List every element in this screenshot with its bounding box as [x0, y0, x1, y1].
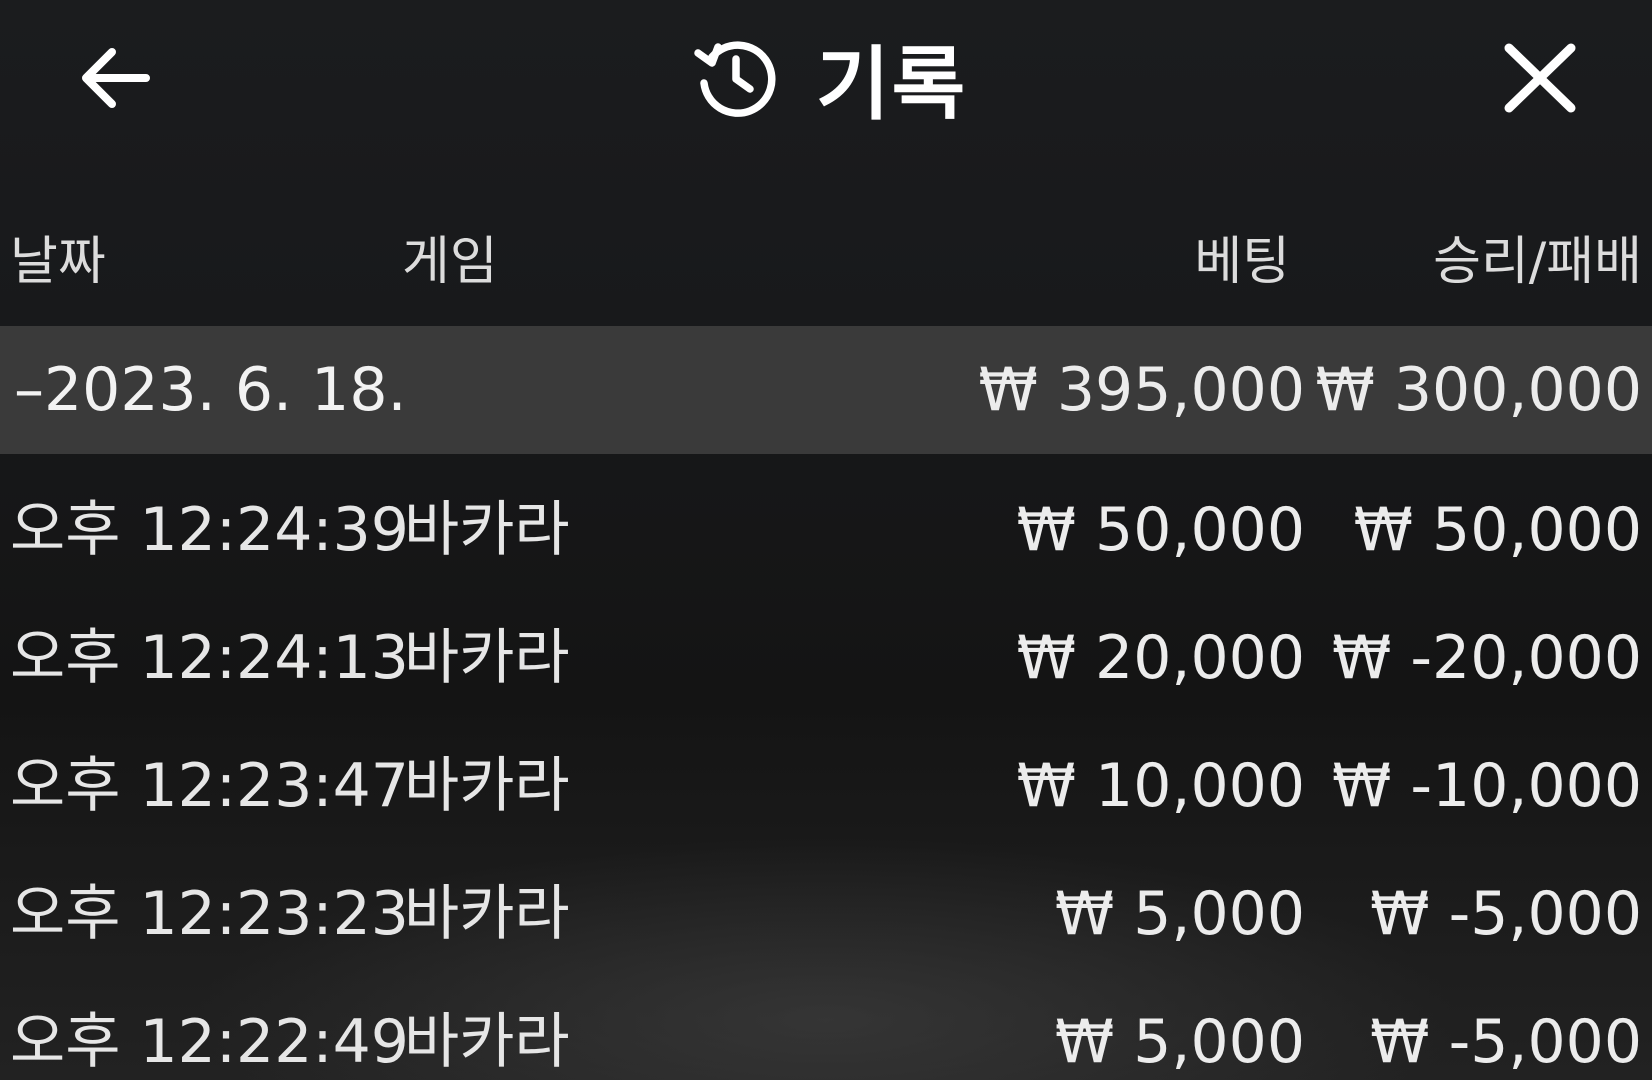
row-bet: ₩ 5,000	[1054, 879, 1305, 949]
arrow-left-icon	[82, 48, 150, 108]
header-title-group: 기록	[690, 28, 967, 131]
row-time: 오후 12:22:49	[10, 1007, 409, 1077]
history-row[interactable]: 오후 12:24:13 바카라 ₩ 20,000 ₩ -20,000	[0, 594, 1652, 722]
row-bet: ₩ 10,000	[1016, 751, 1305, 821]
close-icon	[1504, 43, 1576, 113]
row-bet: ₩ 20,000	[1016, 623, 1305, 693]
back-button[interactable]	[70, 38, 160, 118]
column-header-bet: 베팅	[1194, 232, 1290, 292]
history-row[interactable]: 오후 12:22:49 바카라 ₩ 5,000 ₩ -5,000	[0, 978, 1652, 1080]
column-header-date: 날짜	[10, 232, 106, 292]
total-bet-amount: ₩ 395,000	[978, 355, 1305, 425]
row-time: 오후 12:24:13	[10, 623, 409, 693]
row-game: 바카라	[404, 495, 570, 565]
row-game: 바카라	[404, 623, 570, 693]
row-bet: ₩ 50,000	[1016, 495, 1305, 565]
row-result: ₩ 50,000	[1353, 495, 1642, 565]
column-header-game: 게임	[402, 232, 498, 292]
history-list: 오후 12:24:39 바카라 ₩ 50,000 ₩ 50,000 오후 12:…	[0, 466, 1652, 1080]
history-row[interactable]: 오후 12:23:47 바카라 ₩ 10,000 ₩ -10,000	[0, 722, 1652, 850]
date-group-label: –2023. 6. 18.	[14, 355, 407, 425]
page-title: 기록	[816, 38, 968, 131]
row-bet: ₩ 5,000	[1054, 1007, 1305, 1077]
row-time: 오후 12:24:39	[10, 495, 409, 565]
row-game: 바카라	[404, 1007, 570, 1077]
history-row[interactable]: 오후 12:23:23 바카라 ₩ 5,000 ₩ -5,000	[0, 850, 1652, 978]
date-group-row[interactable]: –2023. 6. 18. ₩ 395,000 ₩ 300,000	[0, 326, 1652, 454]
row-result: ₩ -5,000	[1370, 1007, 1642, 1077]
row-result: ₩ -20,000	[1332, 623, 1642, 693]
history-screen: 기록 날짜 게임 베팅 승리/패배 –2023. 6. 18. ₩ 395,00…	[0, 0, 1652, 1080]
row-result: ₩ -10,000	[1332, 751, 1642, 821]
row-time: 오후 12:23:47	[10, 751, 409, 821]
close-button[interactable]	[1495, 36, 1585, 120]
column-header-result: 승리/패배	[1433, 232, 1642, 292]
row-time: 오후 12:23:23	[10, 879, 409, 949]
history-row[interactable]: 오후 12:24:39 바카라 ₩ 50,000 ₩ 50,000	[0, 466, 1652, 594]
row-game: 바카라	[404, 751, 570, 821]
header-bar: 기록	[0, 0, 1652, 160]
total-result-amount: ₩ 300,000	[1315, 355, 1642, 425]
history-icon	[694, 41, 776, 117]
row-game: 바카라	[404, 879, 570, 949]
row-result: ₩ -5,000	[1370, 879, 1642, 949]
